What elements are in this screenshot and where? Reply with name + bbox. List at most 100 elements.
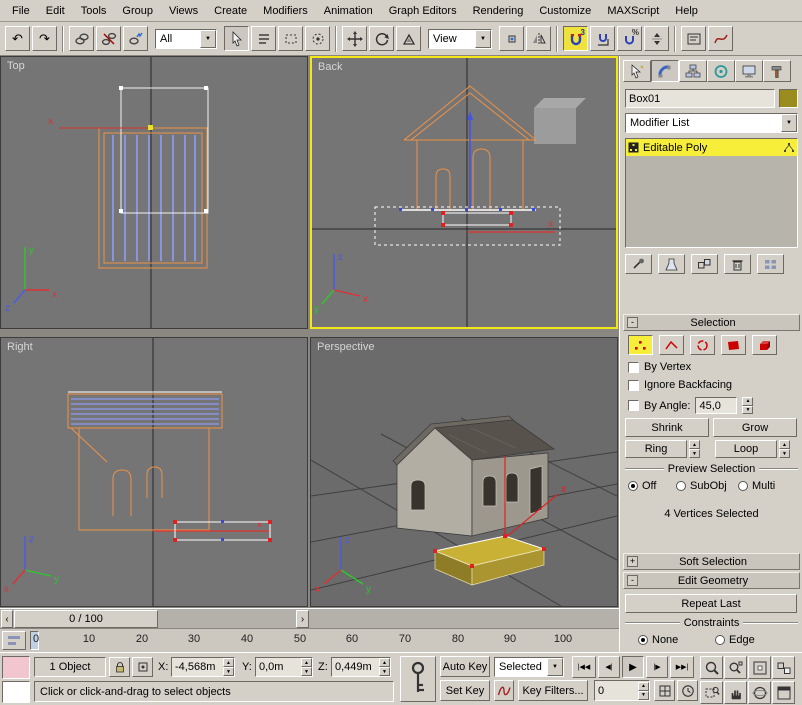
rollout-soft-selection-header[interactable]: + Soft Selection: [623, 553, 800, 570]
configure-modifier-sets-button[interactable]: [757, 254, 784, 274]
window-crossing-toggle[interactable]: [305, 26, 330, 51]
auto-key-button[interactable]: Auto Key: [440, 656, 490, 677]
previous-frame-button[interactable]: ◀|: [598, 656, 620, 678]
menu-item-create[interactable]: Create: [206, 1, 255, 21]
tab-hierarchy[interactable]: [679, 60, 707, 82]
time-slider[interactable]: ‹ 0 / 100 ›: [0, 608, 619, 628]
rollout-selection-header[interactable]: - Selection: [623, 314, 800, 331]
go-to-start-button[interactable]: |◀◀: [572, 656, 596, 678]
transform-gizmo[interactable]: x: [48, 116, 153, 130]
mirror-button[interactable]: [526, 26, 551, 51]
zoom-region-button[interactable]: [700, 681, 723, 704]
by-angle-checkbox[interactable]: [628, 400, 639, 411]
spinner-up-icon[interactable]: ▲: [779, 440, 790, 449]
constraint-none-radio-row[interactable]: None: [638, 634, 678, 646]
viewport-back[interactable]: Back x: [310, 56, 618, 329]
ignore-backfacing-checkbox[interactable]: [628, 380, 639, 391]
bind-to-space-warp-button[interactable]: [123, 26, 148, 51]
menu-item-file[interactable]: File: [4, 1, 38, 21]
tab-display[interactable]: [735, 60, 763, 82]
spinner-down-icon[interactable]: ▼: [779, 449, 790, 458]
modifier-list-dropdown[interactable]: Modifier List ▼: [625, 113, 798, 133]
open-mini-track-view-button[interactable]: [2, 631, 26, 650]
preview-off-radio[interactable]: [628, 481, 638, 491]
spinner-up-icon[interactable]: ▲: [379, 658, 390, 667]
roof-beams[interactable]: [113, 135, 195, 261]
menu-item-tools[interactable]: Tools: [73, 1, 115, 21]
selected-box-back-view[interactable]: [441, 211, 513, 227]
make-unique-button[interactable]: [691, 254, 718, 274]
subobject-polygon-button[interactable]: [721, 335, 746, 355]
subobject-border-button[interactable]: [690, 335, 715, 355]
set-key-selection-dropdown[interactable]: Selected ▼: [494, 657, 564, 677]
zoom-extents-button[interactable]: [748, 656, 771, 679]
ring-button[interactable]: Ring: [625, 440, 687, 458]
preview-subobj-radio-row[interactable]: SubObj: [676, 480, 727, 492]
spinner-up-icon[interactable]: ▲: [223, 658, 234, 667]
reference-coordinate-dropdown[interactable]: View ▼: [428, 29, 492, 49]
spinner-up-icon[interactable]: ▲: [742, 397, 753, 406]
preview-off-radio-row[interactable]: Off: [628, 480, 656, 492]
preview-subobj-radio[interactable]: [676, 481, 686, 491]
next-frame-button[interactable]: |▶: [646, 656, 668, 678]
viewport-perspective-canvas[interactable]: x z x y: [311, 338, 617, 606]
spinner-up-icon[interactable]: ▲: [638, 682, 649, 691]
house-wireframe[interactable]: [71, 428, 209, 530]
menu-item-animation[interactable]: Animation: [316, 1, 381, 21]
undo-button[interactable]: ↶: [5, 26, 30, 51]
grow-button[interactable]: Grow: [713, 418, 797, 437]
ignore-backfacing-checkbox-row[interactable]: Ignore Backfacing: [628, 379, 732, 391]
time-slider-prev-button[interactable]: ‹: [1, 610, 13, 628]
set-key-mode-button[interactable]: [400, 656, 436, 702]
selected-edges[interactable]: [399, 208, 536, 211]
spinner-down-icon[interactable]: ▼: [301, 667, 312, 676]
menu-item-modifiers[interactable]: Modifiers: [255, 1, 316, 21]
roof-beams[interactable]: [68, 392, 222, 428]
frame-number-field[interactable]: 0 ▲▼: [594, 680, 650, 701]
viewport-right-canvas[interactable]: x z y x: [1, 338, 307, 606]
transform-gizmo[interactable]: x: [153, 519, 269, 531]
spinner-down-icon[interactable]: ▼: [689, 449, 700, 458]
object-color-swatch[interactable]: [779, 89, 798, 108]
snap-toggle-3d-button[interactable]: 3: [563, 26, 588, 51]
select-object-button[interactable]: [224, 26, 249, 51]
menu-item-graph-editors[interactable]: Graph Editors: [381, 1, 465, 21]
script-mini-listener[interactable]: [2, 681, 30, 703]
viewport-top-canvas[interactable]: x y x z: [1, 57, 307, 328]
menu-item-help[interactable]: Help: [667, 1, 706, 21]
by-vertex-checkbox-row[interactable]: By Vertex: [628, 361, 691, 373]
viewport-top-label[interactable]: Top: [7, 60, 25, 72]
menu-item-group[interactable]: Group: [114, 1, 161, 21]
z-spinner[interactable]: ▲▼: [379, 658, 390, 676]
repeat-last-button[interactable]: Repeat Last: [625, 594, 797, 613]
viewport-right[interactable]: Right x: [0, 337, 308, 607]
select-and-rotate-button[interactable]: [369, 26, 394, 51]
spinner-up-icon[interactable]: ▲: [689, 440, 700, 449]
shrink-button[interactable]: Shrink: [625, 418, 709, 437]
constraint-edge-radio-row[interactable]: Edge: [715, 634, 755, 646]
viewport-back-canvas[interactable]: x z x y: [312, 58, 616, 327]
zoom-extents-all-button[interactable]: [772, 656, 795, 679]
select-by-name-button[interactable]: [251, 26, 276, 51]
x-spinner[interactable]: ▲▼: [223, 658, 234, 676]
select-and-move-button[interactable]: [342, 26, 367, 51]
spinner-up-icon[interactable]: ▲: [301, 658, 312, 667]
spinner-snap-button[interactable]: [644, 26, 669, 51]
selection-filter-dropdown[interactable]: All ▼: [155, 29, 217, 49]
zoom-all-button[interactable]: [724, 656, 747, 679]
by-angle-row[interactable]: By Angle: 45,0 ▲ ▼: [628, 397, 753, 414]
track-bar[interactable]: 0 10 20 30 40 50 60 70 80 90 100: [0, 628, 619, 652]
by-angle-spinner[interactable]: ▲ ▼: [742, 397, 753, 414]
viewport-perspective[interactable]: Perspective: [310, 337, 618, 607]
percent-snap-button[interactable]: %: [617, 26, 642, 51]
viewport-right-label[interactable]: Right: [7, 341, 33, 353]
by-vertex-checkbox[interactable]: [628, 362, 639, 373]
modifier-stack[interactable]: Editable Poly: [625, 138, 798, 248]
spinner-down-icon[interactable]: ▼: [742, 406, 753, 415]
menu-item-customize[interactable]: Customize: [531, 1, 599, 21]
min-max-toggle-button[interactable]: [772, 681, 795, 704]
by-angle-field[interactable]: 45,0: [695, 397, 737, 414]
menu-item-views[interactable]: Views: [161, 1, 206, 21]
preview-multi-radio-row[interactable]: Multi: [738, 480, 775, 492]
tab-create[interactable]: [623, 60, 651, 82]
